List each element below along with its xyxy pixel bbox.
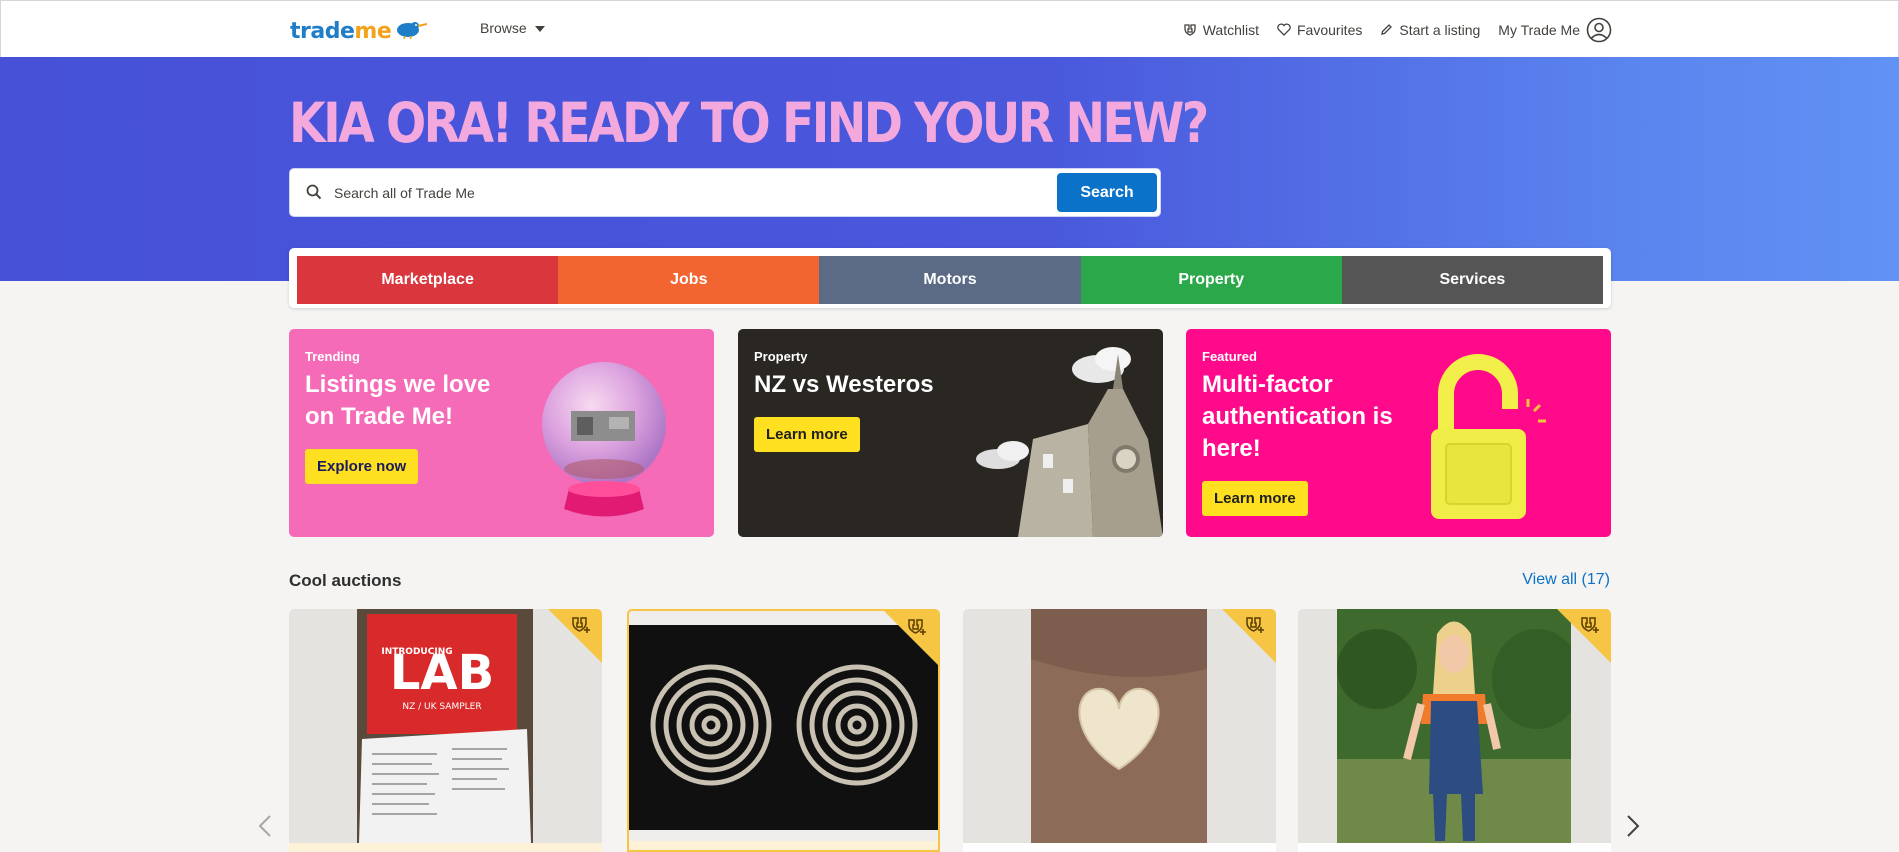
browse-label: Browse xyxy=(480,20,527,36)
search-icon xyxy=(306,184,322,205)
logo-text-me: me xyxy=(354,19,392,44)
promo-title-line: on Trade Me! xyxy=(305,403,454,430)
auction-card-footer xyxy=(1298,843,1611,852)
svg-text:NZ / UK SAMPLER: NZ / UK SAMPLER xyxy=(402,702,481,712)
tab-jobs[interactable]: Jobs xyxy=(558,256,820,304)
header-inner: trade me Browse Watchlist Favourites Sta… xyxy=(290,1,1612,58)
carousel-next-arrow-icon[interactable] xyxy=(1626,814,1640,843)
padlock-illustration xyxy=(1416,349,1566,534)
promo-eyebrow: Property xyxy=(754,349,808,364)
favourites-link[interactable]: Favourites xyxy=(1277,22,1362,38)
svg-text:INTRODUCING: INTRODUCING xyxy=(381,647,452,657)
snow-globe-illustration xyxy=(529,349,679,534)
user-avatar-icon xyxy=(1586,17,1612,43)
promo-eyebrow: Trending xyxy=(305,349,360,364)
auction-card-footer xyxy=(963,843,1276,852)
hero-title: KIA ORA! READY TO FIND YOUR NEW? xyxy=(289,91,1209,155)
promo-title-line: here! xyxy=(1202,435,1261,462)
promo-card-trending[interactable]: Trending Listings we love on Trade Me! E… xyxy=(289,329,714,537)
my-trade-me-label: My Trade Me xyxy=(1498,21,1580,38)
tab-marketplace[interactable]: Marketplace xyxy=(297,256,559,304)
trade-me-logo[interactable]: trade me xyxy=(290,15,428,45)
watchlist-label: Watchlist xyxy=(1202,21,1259,38)
promo-title: NZ vs Westeros xyxy=(754,369,934,401)
kiwi-bird-icon xyxy=(393,18,428,45)
promo-title-line: NZ vs Westeros xyxy=(754,371,934,398)
promo-title: Listings we love on Trade Me! xyxy=(305,369,490,433)
search-input[interactable] xyxy=(334,177,934,209)
pencil-icon xyxy=(1380,23,1393,36)
heart-icon xyxy=(1277,23,1291,36)
start-listing-link[interactable]: Start a listing xyxy=(1380,22,1480,38)
browse-menu[interactable]: Browse xyxy=(480,20,545,36)
category-tabs-card: Marketplace Jobs Motors Property Service… xyxy=(289,248,1611,308)
search-button[interactable]: Search xyxy=(1057,173,1157,212)
promo-title-line: Multi-factor xyxy=(1202,371,1333,398)
auction-card[interactable] xyxy=(963,609,1276,852)
auction-card-footer xyxy=(629,841,938,850)
learn-more-button[interactable]: Learn more xyxy=(754,417,860,452)
search-bar: Search xyxy=(289,168,1161,217)
explore-now-button[interactable]: Explore now xyxy=(305,449,419,484)
add-to-watchlist-icon[interactable] xyxy=(907,618,929,643)
lab-book-photo: LAB INTRODUCING NZ / UK SAMPLER xyxy=(357,609,533,843)
auction-card-footer xyxy=(289,843,602,852)
add-to-watchlist-icon[interactable] xyxy=(1245,616,1267,641)
auction-card[interactable] xyxy=(1298,609,1611,852)
promo-card-featured[interactable]: Featured Multi-factor authentication is … xyxy=(1186,329,1611,537)
add-to-watchlist-icon[interactable] xyxy=(1580,616,1602,641)
promo-eyebrow: Featured xyxy=(1202,349,1257,364)
woman-in-garden-photo xyxy=(1337,609,1571,843)
promo-title-line: authentication is xyxy=(1202,403,1393,430)
auction-card[interactable]: LAB INTRODUCING NZ / UK SAMPLER xyxy=(289,609,602,852)
promo-title-line: Listings we love xyxy=(305,371,491,398)
logo-text-trade: trade xyxy=(290,19,355,44)
promo-card-property[interactable]: Property NZ vs Westeros Learn more xyxy=(738,329,1163,537)
add-to-watchlist-icon[interactable] xyxy=(571,616,593,641)
start-listing-label: Start a listing xyxy=(1399,21,1481,38)
auction-card[interactable] xyxy=(627,609,940,852)
tab-motors[interactable]: Motors xyxy=(819,256,1081,304)
castle-tower-illustration xyxy=(958,329,1163,537)
watchlist-icon xyxy=(1183,23,1197,37)
top-header: trade me Browse Watchlist Favourites Sta… xyxy=(0,0,1899,57)
view-all-link[interactable]: View all (17) xyxy=(1522,571,1610,589)
category-tabs: Marketplace Jobs Motors Property Service… xyxy=(297,256,1604,304)
cool-auctions-title: Cool auctions xyxy=(289,571,402,590)
watchlist-link[interactable]: Watchlist xyxy=(1183,22,1259,38)
header-nav: Watchlist Favourites Start a listing My … xyxy=(1183,1,1612,58)
learn-more-button[interactable]: Learn more xyxy=(1202,481,1308,516)
favourites-label: Favourites xyxy=(1297,21,1363,38)
promo-title: Multi-factor authentication is here! xyxy=(1202,369,1393,465)
my-trade-me-link[interactable]: My Trade Me xyxy=(1498,17,1612,43)
heart-potato-photo xyxy=(1031,609,1207,843)
tab-services[interactable]: Services xyxy=(1341,256,1604,304)
caret-down-icon xyxy=(534,26,545,32)
tab-property[interactable]: Property xyxy=(1080,256,1342,304)
carousel-prev-arrow-icon[interactable] xyxy=(258,814,272,843)
